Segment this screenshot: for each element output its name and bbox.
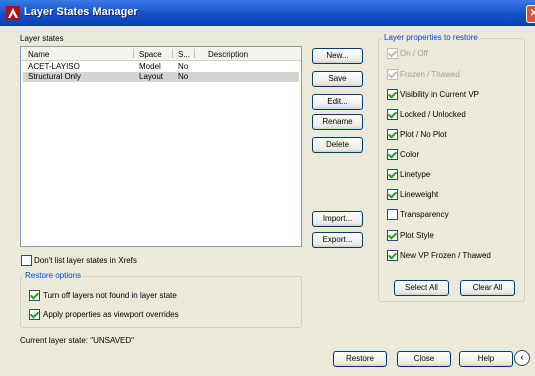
title-bar: Layer States Manager ✕ [0,0,535,26]
layer-properties-title: Layer properties to restore [382,33,480,42]
restore-options-group [20,276,302,328]
visibility-current-vp-label: Visibility in Current VP [400,90,479,99]
select-all-button[interactable]: Select All [394,280,449,296]
layer-states-label: Layer states [20,34,64,43]
color-checkbox[interactable] [387,149,398,160]
row-name: ACET-LAYISO [28,62,80,71]
plot-no-plot-checkbox[interactable] [387,129,398,140]
xrefs-checkbox[interactable] [21,255,32,266]
column-header-status[interactable]: S... [178,50,190,59]
frozen-thawed-label: Frozen / Thawed [400,70,460,79]
linetype-label: Linetype [400,170,431,179]
layer-states-list[interactable]: Name Space S... Description ACET-LAYISO … [20,46,302,247]
turn-off-layers-label: Turn off layers not found in layer state [43,291,177,300]
on-off-checkbox[interactable] [387,48,398,59]
chevron-left-icon[interactable]: ‹ [514,350,530,366]
save-button[interactable]: Save [312,71,363,87]
restore-options-title: Restore options [23,271,84,280]
lineweight-label: Lineweight [400,190,439,199]
autocad-logo-icon [6,6,20,20]
visibility-current-vp-checkbox[interactable] [387,89,398,100]
new-button[interactable]: New... [312,48,363,64]
turn-off-layers-checkbox[interactable] [29,290,40,301]
row-space: Layout [139,72,164,81]
column-header-description[interactable]: Description [208,50,248,59]
delete-button[interactable]: Delete [312,137,363,153]
lineweight-checkbox[interactable] [387,189,398,200]
row-status: No [178,72,189,81]
color-label: Color [400,150,420,159]
apply-viewport-overrides-label: Apply properties as viewport overrides [43,310,179,319]
rename-button[interactable]: Rename [312,114,363,130]
list-header: Name Space S... Description [21,47,301,61]
row-space: Model [139,62,161,71]
apply-viewport-overrides-checkbox[interactable] [29,309,40,320]
close-button[interactable]: Close [397,351,451,367]
column-header-name[interactable]: Name [28,50,49,59]
linetype-checkbox[interactable] [387,169,398,180]
plot-style-label: Plot Style [400,231,434,240]
frozen-thawed-checkbox[interactable] [387,69,398,80]
transparency-label: Transparency [400,210,449,219]
xrefs-option-label: Don't list layer states in Xrefs [34,256,137,265]
window-title: Layer States Manager [24,6,138,18]
row-name: Structural Only [28,72,81,81]
close-icon[interactable]: ✕ [526,5,535,23]
edit-button[interactable]: Edit... [312,94,363,110]
restore-button[interactable]: Restore [333,351,387,367]
new-vp-frozen-thawed-label: New VP Frozen / Thawed [400,251,491,260]
plot-style-checkbox[interactable] [387,230,398,241]
list-item[interactable]: ACET-LAYISO Model No [23,62,299,72]
import-button[interactable]: Import... [312,211,363,227]
help-button[interactable]: Help [459,351,513,367]
current-layer-state: Current layer state: "UNSAVED" [20,336,135,345]
export-button[interactable]: Export... [312,232,363,248]
row-status: No [178,62,189,71]
plot-no-plot-label: Plot / No Plot [400,130,447,139]
on-off-label: On / Off [400,49,428,58]
new-vp-frozen-thawed-checkbox[interactable] [387,250,398,261]
locked-unlocked-checkbox[interactable] [387,109,398,120]
list-item-selected[interactable]: Structural Only Layout No [23,72,299,82]
clear-all-button[interactable]: Clear All [460,280,515,296]
locked-unlocked-label: Locked / Unlocked [400,110,466,119]
transparency-checkbox[interactable] [387,209,398,220]
column-header-space[interactable]: Space [139,50,162,59]
